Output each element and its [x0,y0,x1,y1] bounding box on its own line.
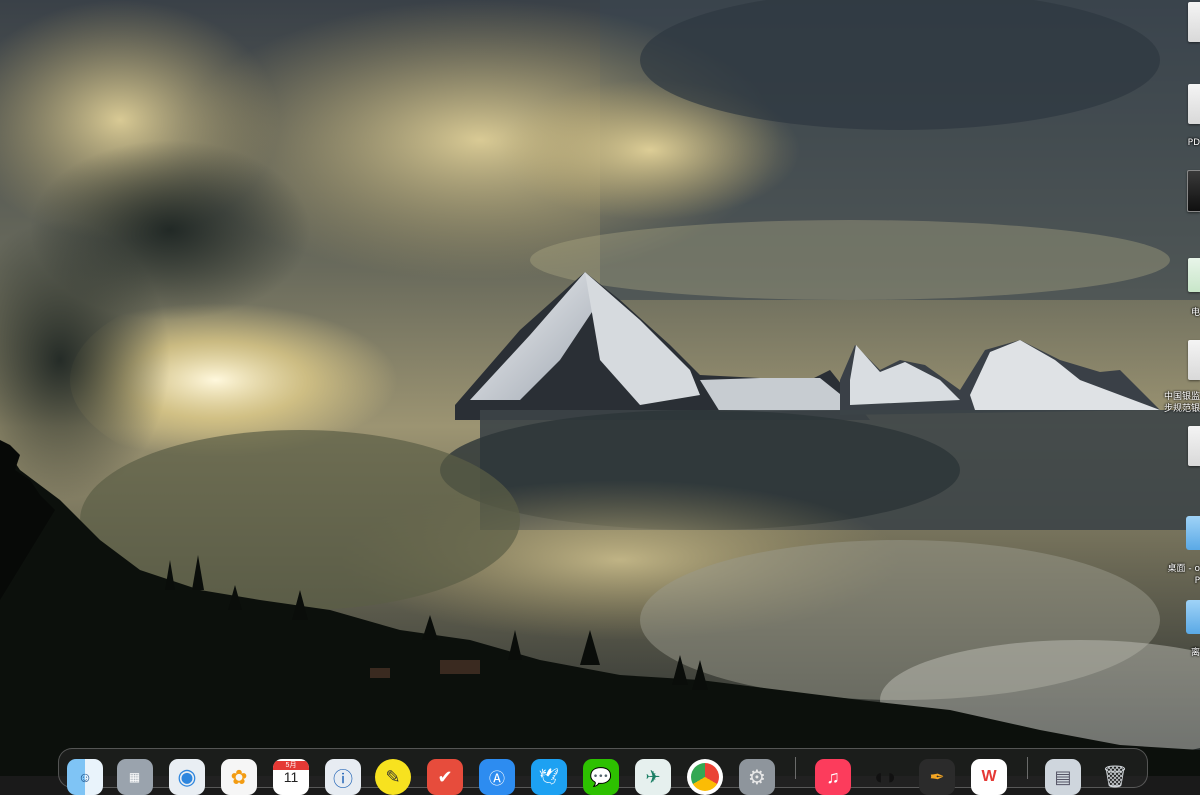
desktop-item-bank-doc[interactable]: 中国银监 步规范银 [1140,340,1200,435]
dock-wps[interactable]: W [971,759,1007,795]
launchpad-icon: ▦ [128,770,142,784]
dock-safari[interactable]: ◉ [169,759,205,795]
dock-tasks[interactable]: ✔ [427,759,463,795]
desktop-item-label-line1: 中国银监 [1163,392,1200,402]
feather-icon: ✒ [929,766,945,787]
dock-system-preferences[interactable]: ⚙ [739,759,775,795]
wps-icon: W [981,768,997,785]
desktop-item-label-line2: P [1194,576,1200,586]
dock-sketch-tool[interactable]: ✒ [919,759,955,795]
checkmark-icon: ✔ [437,766,453,787]
dock-trash[interactable]: 🗑 [1097,759,1133,795]
wechat-icon: 💬 [589,766,613,787]
finder-icon: ☺ [77,769,93,785]
dock-twitter[interactable]: 🕊 [531,759,567,795]
calendar-day: 11 [283,769,299,785]
document-icon [1188,340,1200,380]
document-icon [1188,2,1200,42]
mail-icon: ✈ [645,766,661,787]
dock-launchpad[interactable]: ▦ [117,759,153,795]
chrome-icon [691,763,719,791]
dock-files[interactable]: ▤ [1045,759,1081,795]
pen-icon: ✎ [385,766,401,787]
desktop-item-label-line2: 步规范银 [1163,404,1200,414]
desktop-item-document[interactable] [1140,0,1200,60]
dock-qq[interactable]: ◖◗ [867,759,903,795]
desktop-item-label: PD [1187,138,1200,148]
1password-icon: ⓘ [333,768,353,791]
desktop-item-folder[interactable]: 桌面 - o P [1140,516,1200,596]
music-icon: ♫ [826,766,840,787]
pdf-file-icon [1188,84,1200,124]
safari-icon: ◉ [177,764,197,789]
desktop-item-label: 离 [1190,648,1200,658]
dock-1password[interactable]: ⓘ [325,759,361,795]
dock-wechat[interactable]: 💬 [583,759,619,795]
gear-icon: ⚙ [748,766,766,789]
dock-photos[interactable]: ✿ [221,759,257,795]
desktop-item-label: 电 [1190,308,1200,318]
desktop-item-document-2[interactable] [1140,426,1200,486]
dock-pen-app[interactable]: ✎ [375,759,411,795]
files-icon: ▤ [1054,766,1072,787]
folder-icon [1186,516,1200,550]
penguin-icon: ◖◗ [871,764,899,789]
spreadsheet-icon [1188,258,1200,292]
dock-app-store[interactable]: Ⓐ [479,759,515,795]
dock-music[interactable]: ♫ [815,759,851,795]
dock: ☺ ▦ ◉ ✿ 5月 11 ⓘ ✎ ✔ Ⓐ 🕊 💬 ✈ ⚙ ♫ ◖◗ ✒ W ▤… [58,748,1148,795]
desktop-item-folder-2[interactable]: 离 [1140,600,1200,665]
video-file-icon [1187,170,1200,212]
bird-icon: 🕊 [538,769,560,786]
desktop-wallpaper [0,0,1200,776]
document-icon [1188,426,1200,466]
photos-icon: ✿ [230,766,248,789]
desktop-item-video[interactable] [1140,170,1200,235]
dock-mail-app[interactable]: ✈ [635,759,671,795]
desktop-item-spreadsheet[interactable]: 电 [1140,258,1200,323]
desktop-item-pdf[interactable]: PD [1140,84,1200,154]
trash-icon: 🗑 [1101,764,1129,789]
dock-calendar[interactable]: 5月 11 [273,759,309,795]
dock-chrome[interactable] [687,759,723,795]
dock-finder[interactable]: ☺ [67,759,103,795]
desktop-item-label-line1: 桌面 - o [1167,564,1200,574]
folder-icon [1186,600,1200,634]
app-store-icon: Ⓐ [488,771,505,788]
